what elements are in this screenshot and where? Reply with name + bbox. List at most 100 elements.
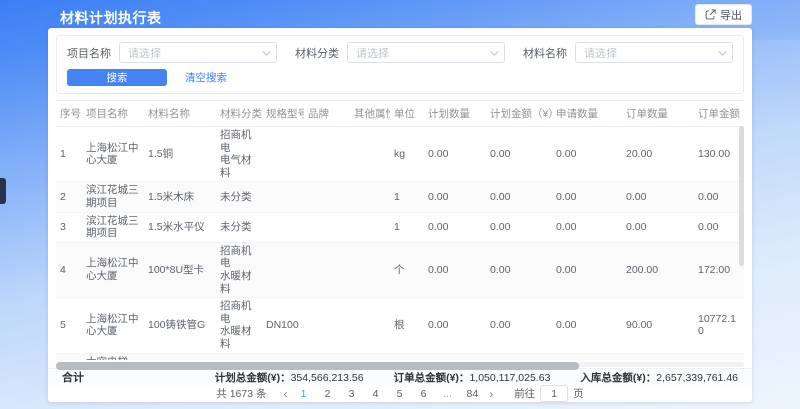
col-spec-model: 规格型号: [262, 101, 304, 127]
cell-plan-amount: 0.00: [486, 242, 552, 297]
search-button[interactable]: 搜索: [67, 69, 167, 86]
page-ellipsis: ...: [443, 388, 453, 400]
select-placeholder: 请选择: [356, 45, 490, 61]
cell-spec-model: [262, 127, 304, 182]
cell-material-category: 未分类: [216, 212, 262, 242]
next-page-icon[interactable]: ›: [485, 387, 497, 401]
vertical-scrollbar[interactable]: [739, 126, 744, 266]
export-icon: [705, 9, 716, 20]
table-body: 1上海松江中心大厦1.5铜招商机电 电气材料kg0.000.000.0020.0…: [56, 127, 744, 361]
goto-suffix: 页: [573, 386, 584, 401]
data-table: 序号项目名称材料名称材料分类规格型号品牌其他属性单位计划数量计划金额（¥）申请数…: [56, 100, 744, 360]
cell-material-name: 1.5米木床: [144, 182, 216, 212]
col-apply-qty: 申请数量: [552, 101, 622, 127]
cell-material-name: 100铸铁管G: [144, 298, 216, 353]
cell-other-attrs: [350, 212, 390, 242]
goto-page: 前往 页: [514, 385, 584, 402]
material-category-select[interactable]: 请选择: [347, 42, 505, 63]
cell-apply-qty: 0.00: [552, 212, 622, 242]
goto-page-input[interactable]: [540, 385, 568, 402]
page-button[interactable]: 5: [395, 388, 405, 400]
table-row: 6太空电梯--月球项目111网线11110.000.0022.0022.0011…: [56, 353, 744, 360]
cell-brand: [304, 212, 350, 242]
cell-project-name: 上海松江中心大厦: [82, 242, 144, 297]
cell-material-name: 1.5铜: [144, 127, 216, 182]
cell-order-qty: 22.00: [622, 353, 694, 360]
col-order-qty: 订单数量: [622, 101, 694, 127]
cell-plan-amount: 0.00: [486, 127, 552, 182]
cell-material-category: 招商机电 水暖材料: [216, 242, 262, 297]
summary-totals: 计划总金额(¥)：354,566,213.56 订单总金额(¥)：1,050,1…: [215, 370, 738, 385]
clear-search-link[interactable]: 清空搜索: [185, 70, 227, 85]
cell-plan-qty: 0.00: [424, 353, 486, 360]
cell-order-amount: 1188.00: [694, 353, 744, 360]
col-other-attrs: 其他属性: [350, 101, 390, 127]
horizontal-scrollbar: [56, 362, 744, 367]
table-row: 1上海松江中心大厦1.5铜招商机电 电气材料kg0.000.000.0020.0…: [56, 127, 744, 182]
cell-spec-model: 11: [262, 353, 304, 360]
cell-order-amount: 0.00: [694, 182, 744, 212]
cell-index: 3: [56, 212, 82, 242]
col-plan-qty: 计划数量: [424, 101, 486, 127]
prev-page-icon[interactable]: ‹: [280, 387, 292, 401]
project-name-select[interactable]: 请选择: [119, 42, 277, 63]
col-order-amount: 订单金额（¥）: [694, 101, 744, 127]
cell-unit: 1: [390, 212, 424, 242]
table-row: 4上海松江中心大厦100*8U型卡招商机电 水暖材料个0.000.000.002…: [56, 242, 744, 297]
page-button[interactable]: 2: [323, 388, 333, 400]
col-brand: 品牌: [304, 101, 350, 127]
cell-index: 5: [56, 298, 82, 353]
cell-other-attrs: [350, 127, 390, 182]
cell-plan-qty: 0.00: [424, 242, 486, 297]
cell-plan-qty: 0.00: [424, 182, 486, 212]
page-button[interactable]: 6: [419, 388, 429, 400]
cell-apply-qty: 0.00: [552, 242, 622, 297]
cell-material-category: 招商机电 电气材料: [216, 127, 262, 182]
page-button[interactable]: 4: [371, 388, 381, 400]
cell-brand: [304, 242, 350, 297]
cell-unit: kg: [390, 127, 424, 182]
goto-label: 前往: [514, 386, 535, 401]
inbound-total-amount: 入库总金额(¥)：2,657,339,761.46: [580, 370, 738, 385]
col-index: 序号: [56, 101, 82, 127]
pagination-bar: 共 1673 条 ‹ 1 2 3 4 5 6... 84 › 前往 页: [48, 385, 752, 402]
table-row: 5上海松江中心大厦100铸铁管G招商机电 水暖材料DN100根0.000.000…: [56, 298, 744, 353]
sidebar-collapse-handle[interactable]: [0, 178, 6, 204]
scrollbar-thumb[interactable]: [56, 362, 579, 370]
cell-project-name: 滨江花城三期项目: [82, 212, 144, 242]
data-table-container: 序号项目名称材料名称材料分类规格型号品牌其他属性单位计划数量计划金额（¥）申请数…: [56, 100, 744, 360]
cell-unit: 11: [390, 353, 424, 360]
cell-brand: [304, 127, 350, 182]
page-button[interactable]: 1: [299, 388, 309, 400]
cell-material-category: 招商机电 水暖材料: [216, 298, 262, 353]
select-placeholder: 请选择: [128, 45, 262, 61]
cell-other-attrs: [350, 298, 390, 353]
cell-other-attrs: [350, 353, 390, 360]
page-button[interactable]: 3: [347, 388, 357, 400]
export-button[interactable]: 导出: [695, 4, 752, 25]
page-title: 材料计划执行表: [60, 8, 162, 28]
cell-project-name: 太空电梯--月球项目: [82, 353, 144, 360]
cell-index: 1: [56, 127, 82, 182]
cell-apply-qty: 0.00: [552, 182, 622, 212]
col-material-category: 材料分类: [216, 101, 262, 127]
cell-project-name: 上海松江中心大厦: [82, 127, 144, 182]
cell-material-name: 1.5米水平仪: [144, 212, 216, 242]
filter-field-project: 项目名称 请选择: [67, 42, 277, 63]
summary-bar: 合计 计划总金额(¥)：354,566,213.56 订单总金额(¥)：1,05…: [48, 368, 752, 385]
table-row: 2滨江花城三期项目1.5米木床未分类10.000.000.000.000.00: [56, 182, 744, 212]
col-plan-amount: 计划金额（¥）: [486, 101, 552, 127]
page-button[interactable]: 84: [467, 388, 479, 400]
cell-unit: 个: [390, 242, 424, 297]
cell-material-name: 100*8U型卡: [144, 242, 216, 297]
material-name-select[interactable]: 请选择: [575, 42, 733, 63]
cell-unit: 1: [390, 182, 424, 212]
cell-spec-model: [262, 242, 304, 297]
cell-order-qty: 200.00: [622, 242, 694, 297]
cell-spec-model: DN100: [262, 298, 304, 353]
record-count: 共 1673 条: [216, 386, 266, 401]
chevron-down-icon: [490, 47, 498, 55]
cell-plan-amount: 0.00: [486, 353, 552, 360]
cell-index: 4: [56, 242, 82, 297]
col-project-name: 项目名称: [82, 101, 144, 127]
